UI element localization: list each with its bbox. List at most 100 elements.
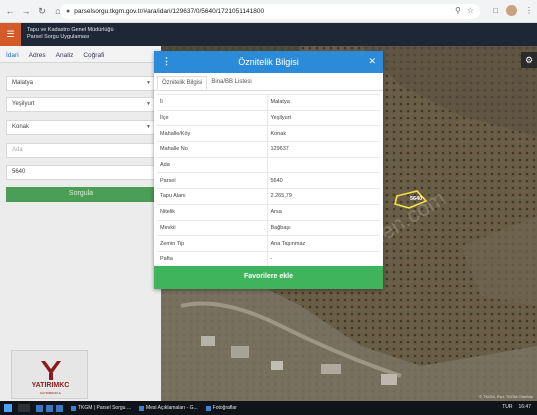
attribute-modal: ⋮ Öznitelik Bilgisi ✕ Öznitelik Bilgisi … (154, 51, 383, 289)
search-tabs: İdari Adres Analiz Coğrafi (0, 46, 161, 63)
attribute-row: İlçe Yeşilyurt (157, 109, 380, 126)
mahalle-value: Konak (12, 124, 30, 130)
attribute-key: Zemin Tip (157, 235, 268, 252)
hamburger-menu-icon[interactable]: ☰ (0, 23, 21, 46)
attribute-value: 129637 (267, 141, 380, 158)
tab-adres[interactable]: Adres (29, 52, 46, 62)
tab-analiz[interactable]: Analiz (56, 52, 74, 62)
attribute-value: Bağbaşı (267, 219, 380, 236)
il-select[interactable]: Malatya ▼ (6, 76, 156, 91)
attribute-key: İl (157, 94, 268, 111)
start-icon[interactable] (4, 404, 12, 412)
menu-icon[interactable]: ⋮ (525, 6, 533, 15)
attribute-row: Parsel 5640 (157, 172, 380, 189)
logo-name: YATIRIMKC (31, 382, 70, 389)
tab-oznitelik[interactable]: Öznitelik Bilgisi (157, 76, 208, 90)
tab-cografi[interactable]: Coğrafi (83, 52, 104, 62)
map-attribution: © TKGM, Esri, TKGM Ortofoto (479, 394, 533, 399)
tab-bina-listesi[interactable]: Bina/BB Listesi (207, 76, 255, 90)
app-title: Tapu ve Kadastro Genel Müdürlüğü Parsel … (27, 27, 114, 41)
url-text[interactable]: parselsorgu.tkgm.gov.tr/#ara/idari/12963… (74, 8, 264, 15)
favorite-button[interactable]: Favorilere ekle (154, 266, 383, 289)
sorgula-button[interactable]: Sorgula (6, 187, 156, 202)
attribute-key: Nitelik (157, 203, 268, 220)
attribute-value: - (267, 250, 380, 268)
mahalle-select[interactable]: Konak ▼ (6, 120, 156, 135)
logo-mark-icon (41, 361, 61, 380)
search-sidebar: İdari Adres Analiz Coğrafi Malatya ▼ Yeş… (0, 46, 161, 401)
modal-title: Öznitelik Bilgisi (238, 57, 299, 67)
attribute-row: Tapu Alanı 2.265,79 (157, 188, 380, 205)
ada-placeholder: Ada (12, 147, 23, 153)
taskbar: TKGM | Parsel Sorgu ... Mesi Açıklamalar… (0, 401, 537, 415)
taskbar-app-mesi[interactable]: Mesi Açıklamaları - G... (138, 405, 198, 411)
attribute-value: Yeşilyurt (267, 109, 380, 126)
reload-icon[interactable]: ↻ (36, 5, 48, 17)
parsel-input[interactable]: 5640 (6, 165, 156, 180)
parsel-value: 5640 (12, 169, 26, 175)
attribute-table: İl Malatya İlçe Yeşilyurt Mahalle/Köy Konak Ma… (157, 94, 380, 268)
taskbar-app-label: Fotoğraflar (212, 405, 237, 411)
attribute-value: 5640 (267, 172, 380, 189)
attribute-value: Arsa (267, 203, 380, 220)
yatirimkc-logo: YATIRIMKC GAYRİMENKUL (11, 350, 88, 399)
parcel-label: 5640 (410, 196, 423, 202)
extensions-icon[interactable]: □ (493, 6, 498, 15)
browser-icon (138, 405, 144, 411)
gear-icon[interactable]: ⚙ (521, 52, 537, 68)
ilce-value: Yeşilyurt (12, 101, 35, 107)
lock-icon: ● (66, 8, 71, 15)
taskbar-app-label: TKGM | Parsel Sorgu ... (78, 405, 131, 411)
app-title-line2: Parsel Sorgu Uygulaması (27, 34, 90, 40)
attribute-key: Parsel (157, 172, 268, 189)
language-indicator[interactable]: TUR (502, 404, 512, 410)
attribute-value (267, 156, 380, 173)
forward-icon[interactable]: → (20, 5, 32, 17)
attribute-row: İl Malatya (157, 94, 380, 111)
chevron-down-icon: ▼ (146, 80, 151, 86)
app-icon[interactable] (56, 404, 63, 412)
modal-header: ⋮ Öznitelik Bilgisi ✕ (154, 51, 383, 73)
clock[interactable]: 16:47 (518, 404, 531, 410)
system-tray: TUR 16:47 (502, 404, 531, 410)
attribute-row: Nitelik Arsa (157, 203, 380, 220)
app-icon[interactable] (46, 404, 53, 412)
close-icon[interactable]: ✕ (368, 56, 376, 67)
address-bar[interactable]: ● parselsorgu.tkgm.gov.tr/#ara/idari/129… (60, 4, 480, 19)
ilce-select[interactable]: Yeşilyurt ▼ (6, 97, 156, 112)
pinned-apps (36, 404, 63, 412)
attribute-key: Mahalle/Köy (157, 125, 268, 142)
logo-sub: GAYRİMENKUL (39, 391, 62, 395)
modal-tabs: Öznitelik Bilgisi Bina/BB Listesi (154, 73, 383, 91)
attribute-row: Mahalle No 129637 (157, 141, 380, 158)
taskbar-app-photos[interactable]: Fotoğraflar (205, 405, 237, 411)
app-icon[interactable] (36, 404, 43, 412)
chevron-down-icon: ▼ (146, 124, 151, 130)
attribute-row: Mevkii Bağbaşı (157, 219, 380, 236)
tab-idari[interactable]: İdari (6, 52, 19, 62)
ada-input[interactable]: Ada (6, 143, 156, 158)
attribute-key: Mevkii (157, 219, 268, 236)
app-header: ☰ Tapu ve Kadastro Genel Müdürlüğü Parse… (0, 23, 537, 46)
search-icon[interactable] (18, 404, 30, 412)
attribute-row: Zemin Tip Ana Taşınmaz (157, 235, 380, 252)
attribute-key: Mahalle No (157, 141, 268, 158)
browser-toolbar: ← → ↻ ⌂ ● parselsorgu.tkgm.gov.tr/#ara/i… (0, 0, 537, 23)
taskbar-app-tkgm[interactable]: TKGM | Parsel Sorgu ... (71, 405, 131, 411)
attribute-value: 2.265,79 (267, 188, 380, 205)
taskbar-app-label: Mesi Açıklamaları - G... (145, 405, 198, 411)
attribute-key: Pafta (157, 250, 268, 268)
attribute-key: Ada (157, 156, 268, 173)
star-icon[interactable]: ☆ (467, 6, 474, 15)
back-icon[interactable]: ← (4, 5, 16, 17)
attribute-key: İlçe (157, 109, 268, 126)
il-value: Malatya (12, 80, 34, 86)
attribute-value: Konak (267, 125, 380, 142)
photos-icon (205, 405, 211, 411)
profile-icon[interactable] (506, 5, 517, 16)
attribute-row: Pafta - (157, 250, 380, 268)
attribute-row: Ada (157, 156, 380, 173)
attribute-value: Ana Taşınmaz (267, 235, 380, 252)
attribute-value: Malatya (267, 94, 380, 111)
zoom-icon[interactable]: ⚲ (455, 6, 461, 15)
